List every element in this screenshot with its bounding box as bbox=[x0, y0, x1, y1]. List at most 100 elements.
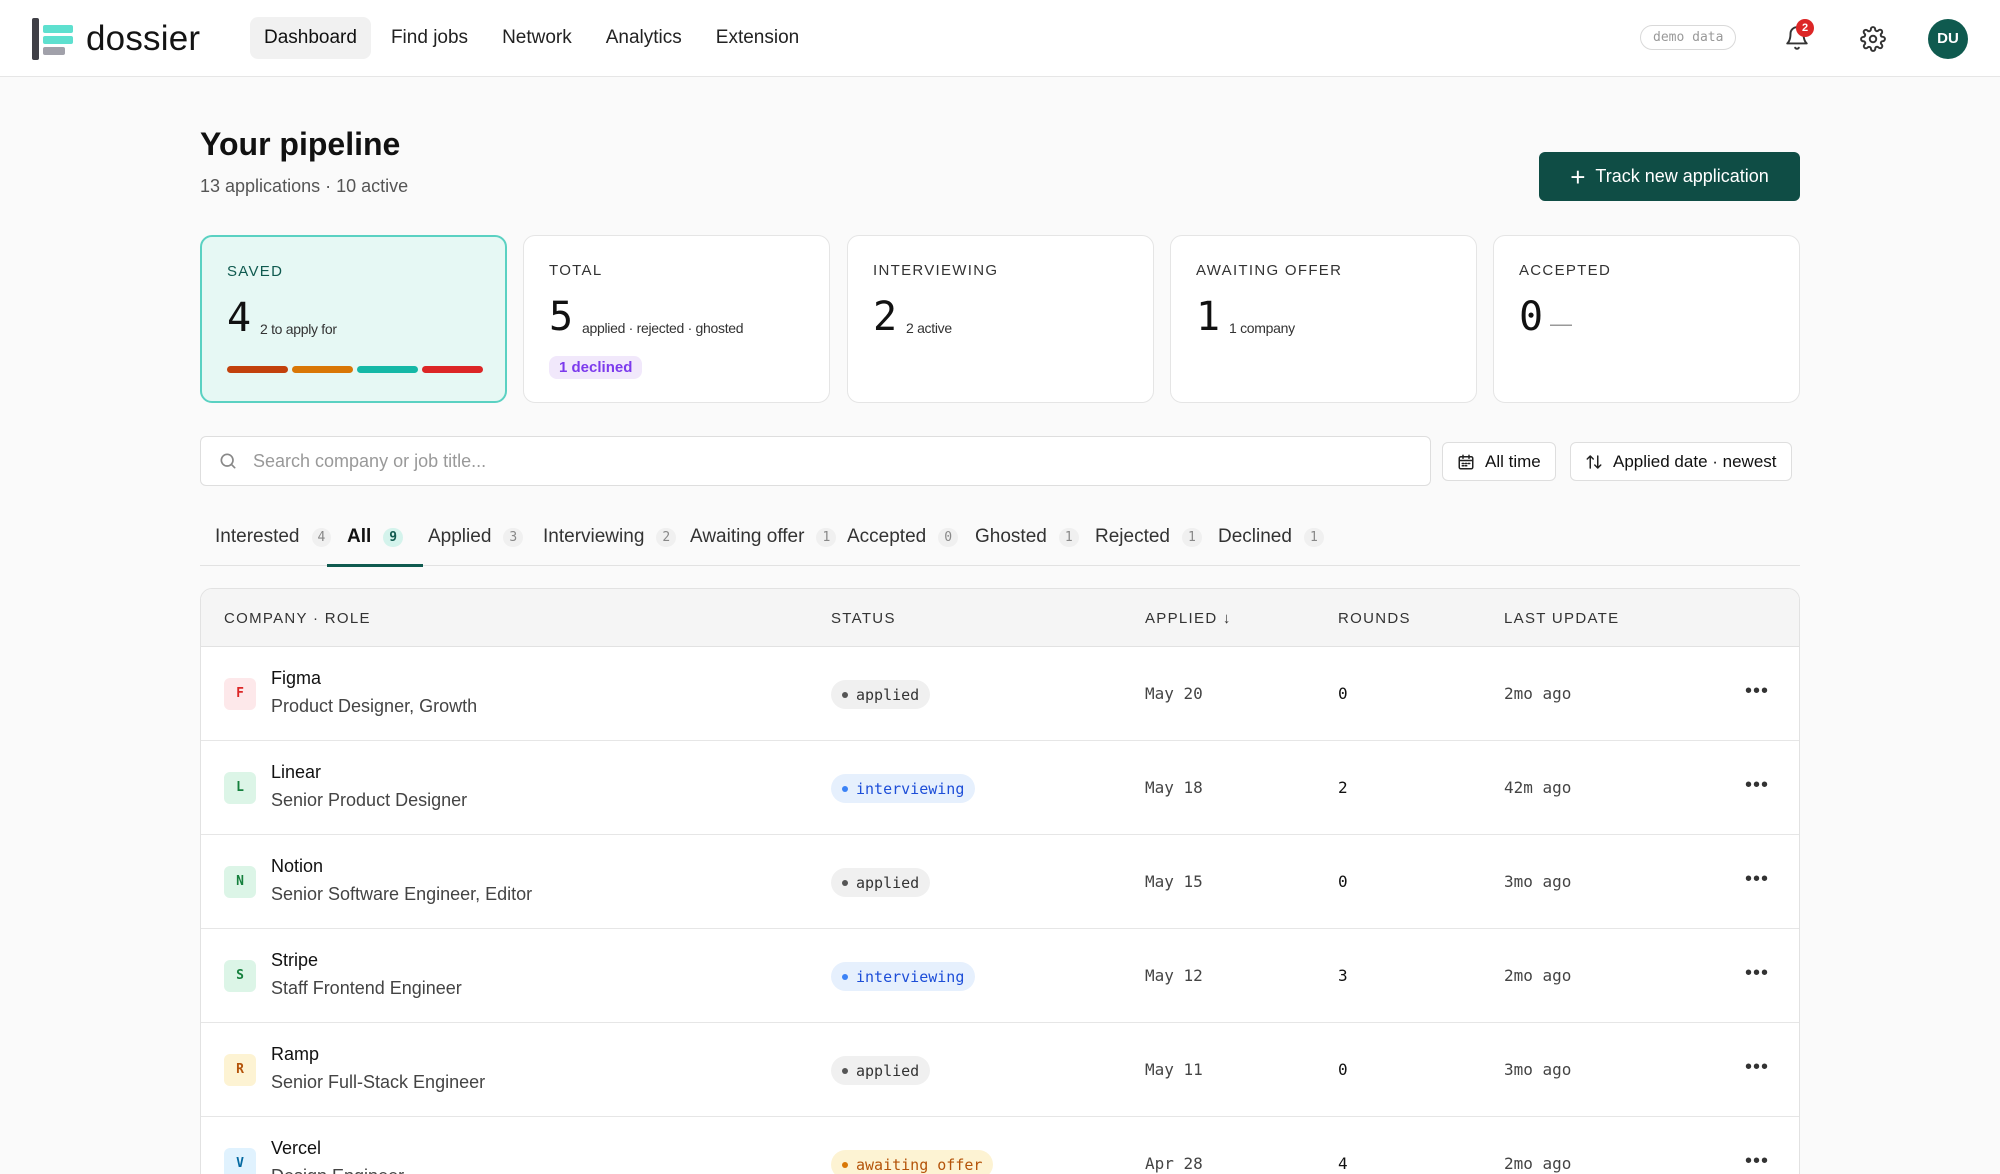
stat-desc: 2 to apply for bbox=[260, 321, 337, 337]
column-header-status[interactable]: STATUS bbox=[831, 610, 896, 627]
more-options-icon[interactable]: ••• bbox=[1745, 680, 1769, 703]
more-options-icon[interactable]: ••• bbox=[1745, 774, 1769, 797]
tab-ghosted[interactable]: Ghosted 1 bbox=[975, 508, 1079, 566]
tab-declined[interactable]: Declined 1 bbox=[1218, 508, 1324, 566]
stat-card-total[interactable]: TOTAL 5 applied · rejected · ghosted 1 d… bbox=[523, 235, 830, 403]
nav-item-find-jobs[interactable]: Find jobs bbox=[377, 17, 482, 59]
applications-table: COMPANY · ROLE STATUS APPLIED ↓ ROUNDS L… bbox=[200, 588, 1800, 1174]
tab-rejected[interactable]: Rejected 1 bbox=[1095, 508, 1202, 566]
stat-card-accepted[interactable]: ACCEPTED 0 — bbox=[1493, 235, 1800, 403]
tab-awaiting-offer[interactable]: Awaiting offer 1 bbox=[690, 508, 837, 566]
progress-segment bbox=[292, 366, 353, 373]
tab-count: 1 bbox=[1303, 527, 1324, 547]
table-row[interactable]: F Figma Product Designer, Growth applied… bbox=[201, 647, 1799, 741]
column-header-rounds[interactable]: ROUNDS bbox=[1338, 610, 1411, 627]
progress-segment bbox=[357, 366, 418, 373]
column-header-company[interactable]: COMPANY · ROLE bbox=[224, 610, 371, 627]
tab-label: Rejected bbox=[1095, 526, 1170, 547]
progress-segment bbox=[422, 366, 483, 373]
stat-value: 2 bbox=[873, 294, 898, 340]
main-nav: Dashboard Find jobs Network Analytics Extens… bbox=[250, 17, 813, 59]
applied-date: May 18 bbox=[1145, 778, 1203, 797]
gear-icon[interactable] bbox=[1860, 26, 1886, 52]
page-title: Your pipeline bbox=[200, 126, 401, 162]
status-dot-icon bbox=[842, 1067, 848, 1074]
stat-desc: 1 company bbox=[1229, 320, 1295, 336]
last-update: 3mo ago bbox=[1504, 1060, 1572, 1079]
tab-count: 0 bbox=[938, 527, 959, 547]
tab-count: 1 bbox=[816, 527, 837, 547]
applied-date: May 20 bbox=[1145, 684, 1203, 703]
tab-interviewing[interactable]: Interviewing 2 bbox=[543, 508, 677, 566]
tab-label: Accepted bbox=[847, 526, 927, 547]
company-logo: L bbox=[224, 772, 256, 804]
rounds-count: 0 bbox=[1338, 684, 1348, 703]
track-new-application-button[interactable]: + Track new application bbox=[1539, 152, 1800, 201]
plus-icon: + bbox=[1570, 161, 1586, 192]
notification-badge: 2 bbox=[1796, 19, 1814, 37]
tab-count: 1 bbox=[1182, 527, 1202, 547]
stat-card-interviewing[interactable]: INTERVIEWING 2 2 active bbox=[847, 235, 1154, 403]
more-options-icon[interactable]: ••• bbox=[1745, 868, 1769, 891]
table-row[interactable]: S Stripe Staff Frontend Engineer intervi… bbox=[201, 929, 1799, 1023]
sort-button[interactable]: Applied date · newest bbox=[1570, 442, 1792, 481]
status-dot-icon bbox=[842, 785, 848, 792]
status-badge: applied bbox=[831, 868, 931, 897]
user-avatar[interactable]: DU bbox=[1928, 19, 1968, 59]
tab-accepted[interactable]: Accepted 0 bbox=[847, 508, 959, 566]
company-logo: R bbox=[224, 1054, 256, 1086]
table-row[interactable]: L Linear Senior Product Designer intervi… bbox=[201, 741, 1799, 835]
tab-interested[interactable]: Interested 4 bbox=[215, 508, 332, 566]
tab-count: 3 bbox=[503, 527, 524, 547]
company-name: Notion bbox=[271, 856, 324, 876]
nav-item-dashboard[interactable]: Dashboard bbox=[250, 17, 371, 59]
status-text: awaiting offer bbox=[856, 1155, 983, 1174]
search-input[interactable] bbox=[253, 445, 1413, 477]
status-dot-icon bbox=[842, 1161, 848, 1168]
top-navigation-bar: dossier Dashboard Find jobs Network Analyti… bbox=[0, 0, 2000, 77]
last-update: 3mo ago bbox=[1504, 872, 1572, 891]
table-row[interactable]: R Ramp Senior Full-Stack Engineer applie… bbox=[201, 1023, 1799, 1117]
company-name: Vercel bbox=[271, 1138, 322, 1158]
sort-label: Applied date · newest bbox=[1613, 451, 1777, 471]
table-header: COMPANY · ROLE STATUS APPLIED ↓ ROUNDS L… bbox=[201, 589, 1799, 647]
status-text: applied bbox=[856, 685, 920, 704]
stat-card-saved[interactable]: SAVED 4 2 to apply for bbox=[200, 235, 507, 403]
more-options-icon[interactable]: ••• bbox=[1745, 1150, 1769, 1173]
last-update: 2mo ago bbox=[1504, 684, 1572, 703]
company-name: Ramp bbox=[271, 1044, 320, 1064]
status-dot-icon bbox=[842, 691, 848, 698]
more-options-icon[interactable]: ••• bbox=[1745, 962, 1769, 985]
time-filter-button[interactable]: All time bbox=[1442, 442, 1556, 481]
saved-progress-bar bbox=[227, 366, 483, 373]
tab-count: 4 bbox=[311, 527, 332, 547]
sort-arrows-icon bbox=[1586, 454, 1602, 469]
more-options-icon[interactable]: ••• bbox=[1745, 1056, 1769, 1079]
rounds-count: 3 bbox=[1338, 966, 1348, 985]
stat-card-awaiting-offer[interactable]: AWAITING OFFER 1 1 company bbox=[1170, 235, 1477, 403]
column-header-last-update[interactable]: LAST UPDATE bbox=[1504, 610, 1619, 627]
job-role: Product Designer, Growth bbox=[271, 696, 478, 716]
stat-value: 0 bbox=[1519, 294, 1544, 340]
tab-count: 2 bbox=[656, 527, 677, 547]
table-row[interactable]: N Notion Senior Software Engineer, Edito… bbox=[201, 835, 1799, 929]
job-role: Senior Product Designer bbox=[271, 790, 468, 810]
company-name: Figma bbox=[271, 668, 322, 688]
tab-all[interactable]: All 9 bbox=[326, 508, 424, 567]
tab-label: Applied bbox=[428, 526, 492, 547]
tab-label: All bbox=[347, 526, 372, 547]
tab-label: Ghosted bbox=[975, 526, 1047, 547]
logo-mark-icon bbox=[32, 18, 74, 60]
status-badge: applied bbox=[831, 1056, 931, 1085]
app-logo[interactable]: dossier bbox=[32, 18, 200, 60]
column-header-applied[interactable]: APPLIED ↓ bbox=[1145, 610, 1232, 627]
stat-label: INTERVIEWING bbox=[873, 262, 999, 279]
nav-item-analytics[interactable]: Analytics bbox=[592, 17, 696, 59]
stat-desc: 2 active bbox=[906, 320, 952, 336]
nav-item-extension[interactable]: Extension bbox=[702, 17, 813, 59]
applied-date: May 15 bbox=[1145, 872, 1203, 891]
tab-applied[interactable]: Applied 3 bbox=[428, 508, 524, 566]
nav-item-network[interactable]: Network bbox=[488, 17, 586, 59]
search-icon bbox=[220, 453, 236, 469]
table-row[interactable]: V Vercel Design Engineer awaiting offer … bbox=[201, 1117, 1799, 1174]
